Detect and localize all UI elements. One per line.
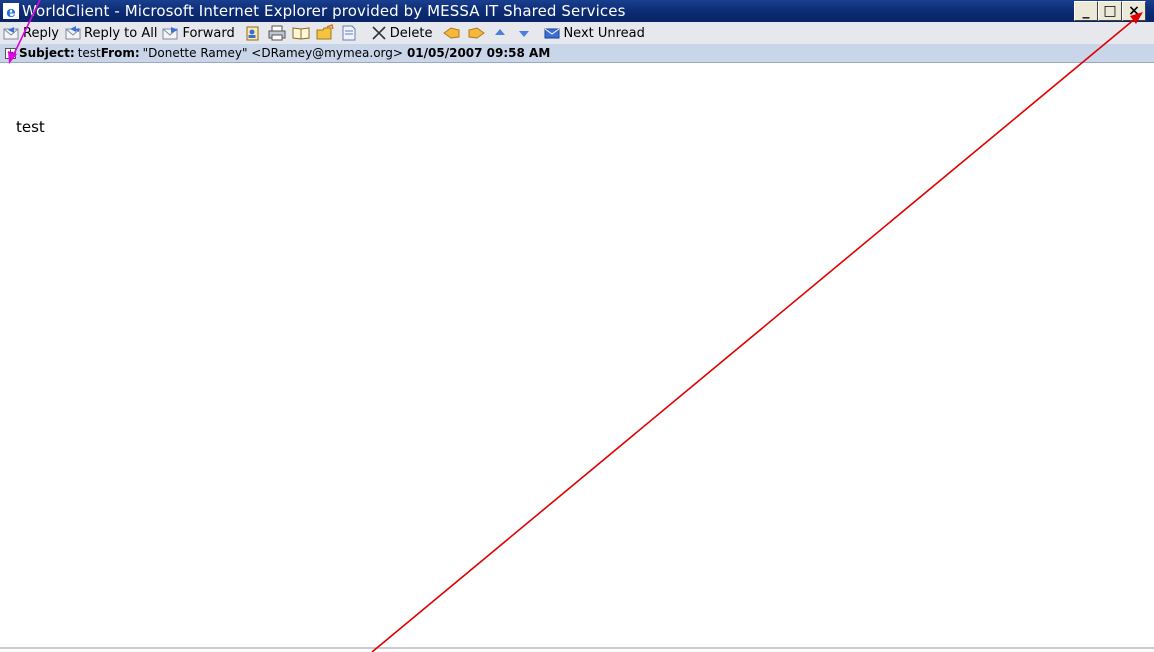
previous-message-button[interactable]	[442, 23, 462, 43]
delete-label: Delete	[389, 25, 433, 41]
window-controls: _ □ ×	[1074, 0, 1146, 22]
svg-text:e: e	[6, 3, 16, 20]
expand-toggle[interactable]: +	[5, 47, 16, 59]
reply-icon	[3, 27, 19, 40]
view-source-button[interactable]	[339, 23, 359, 43]
maximize-button[interactable]: □	[1098, 1, 1122, 21]
reply-label: Reply	[23, 25, 60, 41]
reply-all-icon	[65, 26, 81, 40]
next-unread-label: Next Unread	[563, 25, 645, 41]
window-title: WorldClient - Microsoft Internet Explore…	[22, 2, 626, 20]
maximize-icon: □	[1103, 3, 1117, 19]
forward-button[interactable]: Forward	[161, 23, 235, 43]
message-body: test	[16, 118, 45, 136]
folder-icon	[316, 24, 334, 40]
address-book-button[interactable]	[243, 23, 263, 43]
message-toolbar: Reply Reply to All Forward Delete Next U…	[0, 22, 1154, 45]
delete-x-icon	[372, 26, 386, 40]
next-message-button[interactable]	[466, 23, 486, 43]
annotation-overlay	[8, 0, 1143, 652]
ie-logo-icon: e	[2, 2, 20, 20]
minimize-icon: _	[1082, 3, 1090, 19]
envelope-icon	[544, 28, 560, 39]
title-bar: e WorldClient - Microsoft Internet Explo…	[0, 0, 1154, 22]
minimize-button[interactable]: _	[1074, 1, 1098, 21]
forward-icon	[162, 27, 179, 40]
message-header: + Subject: test From: "Donette Ramey" <D…	[0, 44, 1154, 63]
address-book-icon	[246, 26, 259, 41]
move-down-button[interactable]	[514, 23, 534, 43]
reply-button[interactable]: Reply	[2, 23, 59, 43]
forward-label: Forward	[182, 25, 235, 41]
reply-all-button[interactable]: Reply to All	[63, 23, 157, 43]
print-button[interactable]	[267, 23, 287, 43]
document-icon	[342, 25, 356, 41]
delete-button[interactable]: Delete	[369, 23, 433, 43]
book-icon	[292, 27, 310, 40]
from-label: From:	[100, 46, 140, 60]
from-value: "Donette Ramey" <DRamey@mymea.org>	[142, 46, 403, 60]
read-button[interactable]	[291, 23, 311, 43]
reply-all-label: Reply to All	[84, 25, 158, 41]
next-unread-button[interactable]: Next Unread	[542, 23, 645, 43]
message-date: 01/05/2007 09:58 AM	[406, 46, 551, 60]
subject-value: test	[77, 46, 101, 60]
close-button[interactable]: ×	[1122, 1, 1146, 21]
arrow-up-icon	[495, 29, 506, 35]
move-to-folder-button[interactable]	[315, 23, 335, 43]
close-icon: ×	[1128, 3, 1140, 19]
hand-right-icon	[468, 27, 486, 39]
hand-left-icon	[443, 27, 460, 39]
arrow-down-icon	[519, 31, 530, 37]
subject-label: Subject:	[19, 46, 75, 60]
move-up-button[interactable]	[490, 23, 510, 43]
red-annotation-arrow	[371, 12, 1143, 652]
bottom-divider	[0, 647, 1154, 649]
print-icon	[268, 25, 286, 41]
